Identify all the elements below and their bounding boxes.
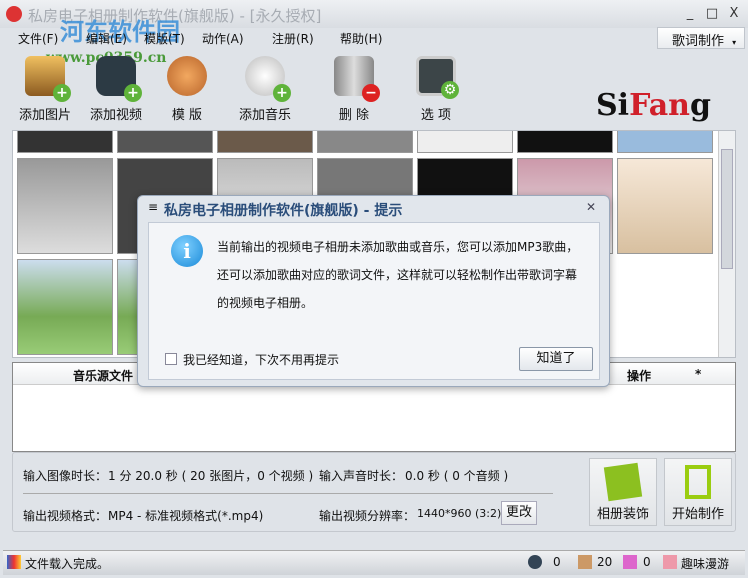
photo-thumbnail[interactable] bbox=[617, 158, 713, 254]
trash-icon: − bbox=[334, 56, 380, 102]
photo-thumbnail[interactable] bbox=[317, 131, 413, 153]
minimize-button[interactable]: _ bbox=[680, 6, 700, 21]
menu-register[interactable]: 注册(R) bbox=[272, 30, 314, 47]
photo-thumbnail[interactable] bbox=[217, 131, 313, 153]
photo-thumbnail[interactable] bbox=[617, 131, 713, 153]
dont-show-label[interactable]: 我已经知道，下次不用再提示 bbox=[183, 351, 339, 368]
add-video-icon: + bbox=[96, 56, 142, 102]
menu-template[interactable]: 模版(T) bbox=[144, 30, 185, 47]
start-making-button[interactable]: 开始制作 bbox=[664, 458, 732, 526]
format-label: 输出视频格式： bbox=[23, 509, 108, 523]
resolution-label: 输出视频分辨率： bbox=[319, 509, 416, 523]
photo-thumbnail[interactable] bbox=[517, 131, 613, 153]
dialog-body: i 当前输出的视频电子相册未添加歌曲或音乐，您可以添加MP3歌曲，还可以添加歌曲… bbox=[148, 222, 600, 380]
template-label: 模 版 bbox=[171, 108, 203, 123]
fun-tour-button[interactable]: 趣味漫游 bbox=[681, 555, 729, 572]
album-decoration-button[interactable]: 相册装饰 bbox=[589, 458, 657, 526]
chart-icon bbox=[7, 555, 21, 569]
video-count: 0 bbox=[553, 555, 561, 569]
zip-file-icon bbox=[685, 465, 711, 499]
resolution: 1440*960 (3:2) bbox=[417, 507, 502, 520]
options-button[interactable]: ⚙ 选 项 bbox=[396, 56, 476, 123]
photo-thumbnail[interactable] bbox=[17, 158, 113, 254]
change-resolution-button[interactable]: 更改 bbox=[501, 501, 537, 525]
audio-duration: 0.0 秒 ( 0 个音频 ) bbox=[405, 469, 509, 483]
dialog-menu-icon: ≡ bbox=[148, 200, 159, 214]
delete-label: 删 除 bbox=[338, 108, 370, 123]
sifang-logo: SiFang bbox=[596, 88, 711, 123]
image-duration: 1 分 20.0 秒 ( 20 张图片，0 个视频 ) bbox=[108, 469, 314, 483]
header-operation[interactable]: 操作 bbox=[627, 367, 651, 384]
photo-thumbnail[interactable] bbox=[417, 131, 513, 153]
add-music-label: 添加音乐 bbox=[238, 108, 291, 123]
dont-show-checkbox[interactable] bbox=[165, 353, 177, 365]
app-icon bbox=[6, 6, 22, 22]
delete-button[interactable]: − 删 除 bbox=[314, 56, 394, 123]
audio-count: 0 bbox=[643, 555, 651, 569]
lyric-making-button[interactable]: 歌词制作 ▾ bbox=[657, 27, 745, 49]
info-icon: i bbox=[171, 235, 203, 267]
photo-thumbnail[interactable] bbox=[17, 131, 113, 153]
vertical-scrollbar[interactable] bbox=[718, 131, 735, 357]
template-button[interactable]: 模 版 bbox=[147, 56, 227, 123]
menu-help[interactable]: 帮助(H) bbox=[340, 30, 382, 47]
audio-count-icon bbox=[623, 555, 637, 569]
dialog-message: 当前输出的视频电子相册未添加歌曲或音乐，您可以添加MP3歌曲，还可以添加歌曲对应… bbox=[217, 240, 579, 310]
dialog-title: 私房电子相册制作软件(旗舰版) - 提示 bbox=[164, 203, 403, 219]
picture-frame-icon bbox=[603, 462, 643, 502]
fun-tour-icon bbox=[663, 555, 677, 569]
add-video-label: 添加视频 bbox=[89, 108, 142, 123]
decorate-label: 相册装饰 bbox=[596, 507, 649, 522]
options-label: 选 项 bbox=[420, 108, 452, 123]
status-text: 文件载入完成。 bbox=[25, 557, 110, 571]
menu-edit[interactable]: 编辑(E) bbox=[86, 30, 127, 47]
add-picture-icon: + bbox=[25, 56, 71, 102]
palette-icon bbox=[167, 56, 207, 96]
menu-action[interactable]: 动作(A) bbox=[202, 30, 244, 47]
maximize-button[interactable]: □ bbox=[702, 6, 722, 21]
add-music-icon: + bbox=[245, 56, 291, 102]
start-label: 开始制作 bbox=[671, 507, 724, 522]
header-star[interactable]: * bbox=[695, 367, 701, 381]
ok-button[interactable]: 知道了 bbox=[519, 347, 593, 371]
photo-thumbnail[interactable] bbox=[117, 131, 213, 153]
status-bar: 文件载入完成。 0 20 0 趣味漫游 bbox=[3, 550, 745, 575]
image-count-icon bbox=[578, 555, 592, 569]
options-icon: ⚙ bbox=[416, 56, 459, 99]
dialog-close-button[interactable]: ✕ bbox=[586, 200, 596, 214]
add-picture-button[interactable]: + 添加图片 bbox=[5, 56, 85, 123]
image-duration-label: 输入图像时长： bbox=[23, 469, 108, 483]
audio-duration-label: 输入声音时长： bbox=[319, 469, 404, 483]
divider bbox=[23, 493, 553, 494]
tip-dialog: ≡ 私房电子相册制作软件(旗舰版) - 提示 ✕ i 当前输出的视频电子相册未添… bbox=[137, 195, 610, 387]
add-music-button[interactable]: + 添加音乐 bbox=[225, 56, 305, 123]
header-music-file[interactable]: 音乐源文件 bbox=[73, 367, 133, 384]
output-format: MP4 - 标准视频格式(*.mp4) bbox=[108, 509, 264, 523]
add-video-button[interactable]: + 添加视频 bbox=[76, 56, 156, 123]
image-count: 20 bbox=[597, 555, 613, 569]
lyric-label: 歌词制作 bbox=[672, 34, 725, 49]
menu-file[interactable]: 文件(F) bbox=[18, 30, 58, 47]
photo-thumbnail[interactable] bbox=[17, 259, 113, 355]
close-button[interactable]: X bbox=[724, 6, 744, 21]
dropdown-arrow-icon: ▾ bbox=[732, 38, 737, 47]
video-count-icon bbox=[528, 555, 542, 569]
add-picture-label: 添加图片 bbox=[18, 108, 71, 123]
